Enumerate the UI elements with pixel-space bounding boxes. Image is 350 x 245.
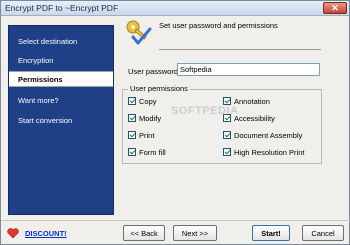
close-button[interactable]: ✕	[323, 2, 347, 14]
sidebar-item-want-more[interactable]: Want more?	[9, 93, 113, 109]
document-assembly-checkbox[interactable]: Document Assembly	[223, 130, 302, 140]
footer-divider	[1, 220, 350, 221]
modify-checkbox[interactable]: Modify	[128, 113, 161, 123]
app-window: Encrypt PDF to ~Encrypt PDF ✕ Select des…	[0, 0, 350, 245]
checkbox-label: Accessibility	[234, 113, 275, 123]
section-title: Set user password and permissions	[159, 21, 278, 30]
checkbox-checked-icon	[128, 97, 136, 105]
sidebar-item-permissions[interactable]: Permissions	[9, 71, 113, 87]
heart-icon	[7, 228, 19, 239]
checkbox-label: High Resolution Print	[234, 147, 305, 157]
print-checkbox[interactable]: Print	[128, 130, 154, 140]
window-title: Encrypt PDF to ~Encrypt PDF	[5, 3, 119, 13]
checkbox-checked-icon	[128, 131, 136, 139]
checkbox-label: Document Assembly	[234, 130, 303, 140]
discount-link[interactable]: DISCOUNT!	[25, 229, 67, 238]
form-fill-checkbox[interactable]: Form fill	[128, 147, 166, 157]
password-label: User password:	[128, 67, 181, 76]
user-password-input[interactable]	[177, 63, 320, 76]
sidebar-item-start-conversion[interactable]: Start conversion	[9, 113, 113, 129]
divider	[159, 49, 321, 50]
checkbox-checked-icon	[128, 114, 136, 122]
checkbox-checked-icon	[223, 97, 231, 105]
sidebar-item-encryption[interactable]: Encryption	[9, 53, 113, 69]
high-resolution-print-checkbox[interactable]: High Resolution Print	[223, 147, 304, 157]
sidebar-item-select-destination[interactable]: Select destination	[9, 34, 113, 50]
back-button[interactable]: << Back	[123, 225, 165, 241]
permissions-legend: User permissions	[128, 84, 190, 93]
copy-checkbox[interactable]: Copy	[128, 96, 157, 106]
watermark: SOFTPEDIA	[171, 105, 239, 117]
checkbox-label: Print	[139, 130, 155, 140]
checkbox-checked-icon	[223, 148, 231, 156]
cancel-button[interactable]: Cancel	[302, 225, 344, 241]
checkbox-checked-icon	[223, 131, 231, 139]
next-button[interactable]: Next >>	[173, 225, 217, 241]
checkbox-label: Form fill	[139, 147, 166, 157]
start-button[interactable]: Start!	[252, 225, 290, 241]
checkbox-label: Annotation	[234, 96, 270, 106]
wizard-steps-sidebar: Select destination Encryption Permission…	[8, 25, 114, 215]
checkbox-label: Copy	[139, 96, 157, 106]
title-bar: Encrypt PDF to ~Encrypt PDF ✕	[1, 1, 349, 16]
checkbox-label: Modify	[139, 113, 162, 123]
checkbox-checked-icon	[128, 148, 136, 156]
key-check-icon	[126, 20, 152, 45]
